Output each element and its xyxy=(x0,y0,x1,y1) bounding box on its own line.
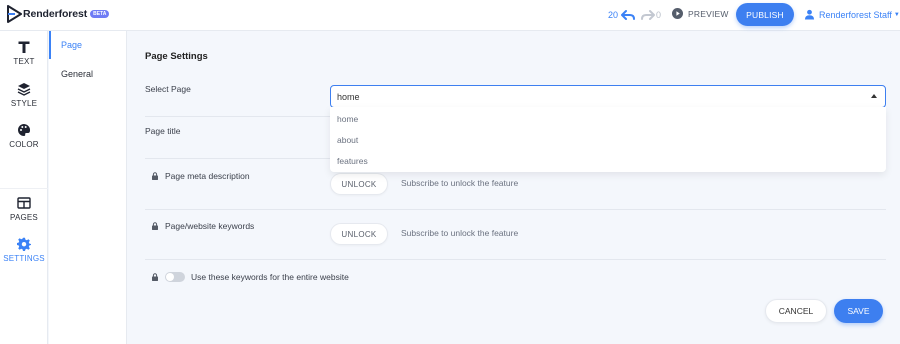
page-title-label: Page title xyxy=(145,126,181,136)
rail-item-text[interactable]: TEXT xyxy=(0,40,48,66)
undo-count: 20 xyxy=(608,10,619,20)
user-name: Renderforest Staff xyxy=(819,9,892,20)
rail-item-pages[interactable]: PAGES xyxy=(0,196,48,222)
layers-icon xyxy=(17,83,31,96)
rail-item-settings[interactable]: SETTINGS xyxy=(0,237,48,263)
palette-icon xyxy=(18,124,31,136)
settings-subnav: Page General xyxy=(49,31,127,344)
preview-label: PREVIEW xyxy=(688,8,729,19)
pages-icon xyxy=(17,197,31,209)
rail-item-label: STYLE xyxy=(10,99,38,108)
unlock-meta-note: Subscribe to unlock the feature xyxy=(401,178,519,188)
toggle-switch xyxy=(165,272,185,282)
lock-icon xyxy=(152,273,158,281)
top-bar: Renderforest BETA 20 0 PREVIEW PUBLISH R… xyxy=(0,0,900,31)
gear-icon xyxy=(17,237,31,251)
subnav-item-page[interactable]: Page xyxy=(49,31,127,59)
rail-item-label: PAGES xyxy=(10,213,38,222)
rail-item-label: SETTINGS xyxy=(3,254,45,263)
unlock-keywords-button[interactable]: UNLOCK xyxy=(330,223,388,245)
keywords-toggle-row: Use these keywords for the entire websit… xyxy=(145,272,349,282)
page-option-home[interactable]: home xyxy=(330,108,886,129)
lock-icon xyxy=(152,222,158,230)
keywords-toggle-label: Use these keywords for the entire websit… xyxy=(191,272,349,282)
save-button[interactable]: SAVE xyxy=(834,299,883,323)
play-icon xyxy=(672,8,683,19)
tool-rail: TEXT STYLE COLOR PAGES SETTINGS xyxy=(0,31,48,344)
text-icon xyxy=(18,41,30,53)
page-option-features[interactable]: features xyxy=(330,150,886,171)
chevron-up-icon xyxy=(871,94,877,98)
keywords-label: Page/website keywords xyxy=(145,221,254,231)
divider xyxy=(145,209,886,210)
logo[interactable]: Renderforest BETA xyxy=(6,5,110,23)
unlock-meta-button[interactable]: UNLOCK xyxy=(330,173,388,195)
page-select[interactable]: home xyxy=(330,85,886,108)
keywords-text: Page/website keywords xyxy=(165,221,255,231)
meta-description-label: Page meta description xyxy=(145,171,250,181)
unlock-keywords-note: Subscribe to unlock the feature xyxy=(401,228,519,238)
user-icon xyxy=(804,9,815,20)
page-settings-panel: Page Settings Select Page home Page titl… xyxy=(127,31,900,344)
cancel-button[interactable]: CANCEL xyxy=(765,299,827,323)
publish-button[interactable]: PUBLISH xyxy=(736,3,794,26)
page-option-about[interactable]: about xyxy=(330,129,886,150)
rail-item-style[interactable]: STYLE xyxy=(0,82,48,108)
lock-icon xyxy=(152,172,158,180)
brand-name: Renderforest xyxy=(23,8,88,20)
divider xyxy=(145,259,886,260)
preview-button[interactable]: PREVIEW xyxy=(672,8,729,19)
beta-badge: BETA xyxy=(90,10,110,18)
keywords-toggle[interactable] xyxy=(165,272,185,282)
page-select-dropdown: home about features xyxy=(330,107,886,172)
select-page-label: Select Page xyxy=(145,84,191,94)
rail-item-color[interactable]: COLOR xyxy=(0,123,48,149)
undo-icon[interactable] xyxy=(621,9,635,21)
redo-icon[interactable] xyxy=(641,9,655,21)
subnav-item-general[interactable]: General xyxy=(49,60,127,88)
chevron-down-icon: ▼ xyxy=(893,11,900,18)
rail-item-label: COLOR xyxy=(9,140,39,149)
rail-divider xyxy=(0,188,48,189)
page-select-value: home xyxy=(337,91,360,102)
meta-description-text: Page meta description xyxy=(165,171,250,181)
redo-count: 0 xyxy=(656,10,662,20)
user-menu[interactable]: Renderforest Staff ▼ xyxy=(804,9,900,20)
rail-item-label: TEXT xyxy=(13,57,35,66)
page-title: Page Settings xyxy=(145,51,208,62)
renderforest-logo-icon xyxy=(7,5,22,23)
